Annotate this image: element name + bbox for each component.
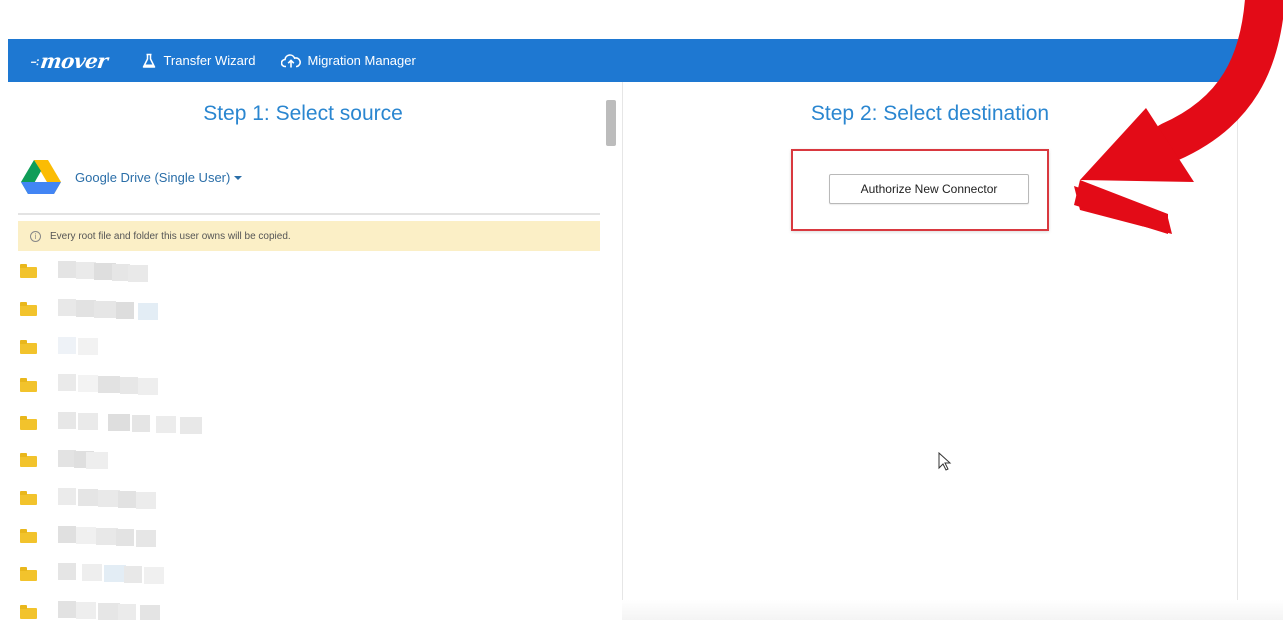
nav-transfer-wizard-label: Transfer Wizard [163,53,256,68]
redacted-folder-name [94,300,116,318]
redacted-folder-name [58,412,76,430]
redacted-folder-name [124,566,142,584]
folder-item[interactable] [20,292,158,330]
folder-item[interactable] [20,519,156,557]
folder-icon [20,264,37,279]
folder-icon [20,566,37,581]
redacted-folder-name [86,451,108,469]
folder-icon [20,377,37,392]
authorize-new-connector-button[interactable]: Authorize New Connector [829,174,1029,204]
redacted-folder-name [136,529,156,547]
folder-icon [20,491,37,506]
redacted-folder-name [136,491,156,509]
mover-logo[interactable]: ∹mover [28,49,109,73]
folder-item[interactable] [20,405,202,443]
redacted-folder-name [98,376,120,394]
chevron-down-icon [234,175,243,180]
redacted-folder-name [76,299,96,317]
redacted-folder-name [104,565,126,583]
redacted-folder-name [78,337,98,355]
flask-icon [143,53,156,68]
redacted-folder-name [58,563,76,581]
redacted-folder-name [76,526,96,544]
redacted-folder-name [116,528,134,546]
redacted-folder-name [58,298,76,316]
copy-notice: i Every root file and folder this user o… [18,221,600,251]
nav-transfer-wizard[interactable]: Transfer Wizard [141,53,255,69]
divider [18,213,600,215]
redacted-folder-name [118,490,136,508]
source-connector-label: Google Drive (Single User) [75,170,243,185]
redacted-folder-name [58,525,76,543]
info-icon: i [30,230,41,242]
folder-icon [20,415,37,430]
scrollbar-thumb[interactable] [606,100,616,146]
mouse-cursor-icon [938,452,952,471]
google-drive-icon [21,160,61,194]
cloud-upload-icon [281,53,302,67]
folder-item[interactable] [20,481,156,519]
folder-icon [20,339,37,354]
folder-icon [20,528,37,543]
folder-item[interactable] [20,254,148,292]
redacted-folder-name [58,601,76,619]
redacted-folder-name [96,527,118,545]
redacted-folder-name [116,301,134,319]
redacted-folder-name [78,375,98,393]
source-panel: Step 1: Select source Google Drive (Sing… [8,82,620,620]
nav-migration-manager-label: Migration Manager [307,53,416,68]
folder-icon [20,604,37,619]
folder-icon [20,302,37,317]
redacted-folder-name [132,415,150,433]
redacted-folder-name [58,261,76,278]
redacted-folder-name [180,417,202,435]
redacted-folder-name [120,377,138,395]
folder-item[interactable] [20,556,164,594]
copy-notice-text: Every root file and folder this user own… [50,230,291,242]
redacted-folder-name [118,604,136,620]
redacted-folder-name [78,413,98,431]
redacted-folder-name [138,302,158,320]
redacted-folder-name [144,567,164,585]
folder-item[interactable] [20,330,98,368]
redacted-folder-name [58,487,76,505]
bottom-shade [622,600,1283,620]
red-arrow-icon [1074,0,1283,234]
redacted-folder-name [140,605,160,620]
folder-list [20,254,202,620]
folder-item[interactable] [20,443,108,481]
redacted-folder-name [98,603,120,620]
redacted-folder-name [98,489,120,507]
redacted-folder-name [156,416,176,434]
redacted-folder-name [82,564,102,582]
redacted-folder-name [78,488,98,506]
nav-migration-manager[interactable]: Migration Manager [281,53,416,69]
redacted-folder-name [76,602,96,620]
redacted-folder-name [58,336,76,354]
redacted-folder-name [58,374,76,392]
redacted-folder-name [76,262,96,279]
top-navbar: ∹mover Transfer Wizard Migration Manager [8,39,1242,82]
source-step-title: Step 1: Select source [203,102,403,125]
redacted-folder-name [108,414,130,432]
redacted-folder-name [128,265,148,282]
redacted-folder-name [138,378,158,396]
folder-item[interactable] [20,367,158,405]
folder-item[interactable] [20,594,160,620]
source-connector-dropdown[interactable]: Google Drive (Single User) [21,159,243,195]
folder-icon [20,453,37,468]
